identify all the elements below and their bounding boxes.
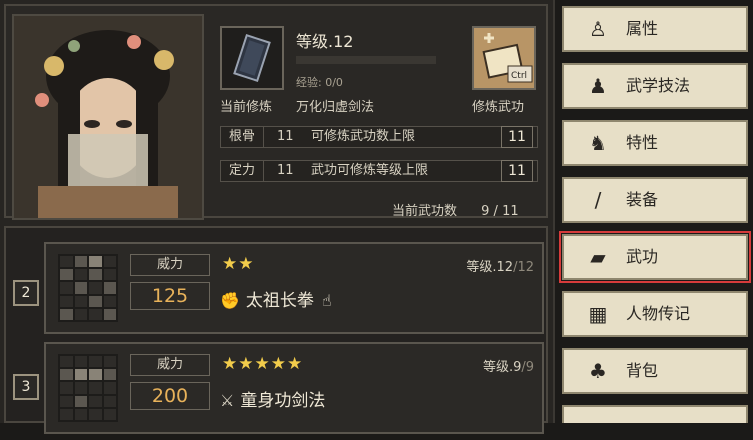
stat-num: 11 — [277, 163, 294, 178]
skill-level: 等级.9/9 — [483, 356, 534, 375]
side-menu: ♙ 属性 ♟ 武学技法 ♞ 特性 / 装备 ▰ 武功 ▦ 人物传记 ♣ 背包 — [556, 0, 753, 423]
stat-row-bone: 根骨 11 可修炼武功数上限 11 — [220, 126, 538, 148]
menu-label: 人物传记 — [626, 304, 691, 323]
stat-desc: 武功可修炼等级上限 — [311, 163, 429, 178]
skill-stars: ★★★★★ — [222, 354, 304, 374]
skill-slot-number: 2 — [13, 280, 39, 306]
menu-label: 武功 — [626, 247, 659, 266]
person-icon: ♙ — [589, 17, 607, 41]
current-practice-caption: 当前修炼 — [220, 100, 273, 115]
exp-label: 经验: 0/0 — [296, 76, 343, 89]
power-label: 威力 — [130, 254, 210, 276]
practice-skill-caption: 修炼武功 — [472, 100, 525, 115]
power-value: 125 — [130, 282, 210, 310]
menu-more[interactable] — [562, 405, 748, 423]
bag-icon: ♣ — [589, 359, 607, 383]
menu-martial-techniques[interactable]: ♟ 武学技法 — [562, 63, 748, 109]
book-icon: ▰ — [590, 245, 606, 269]
skill-name: 太祖长拳 — [245, 291, 314, 311]
skill-level-value: 等级.12 — [466, 260, 514, 275]
more-icon — [586, 416, 610, 440]
character-portrait — [12, 14, 204, 220]
skill-grid-icon — [58, 254, 118, 322]
practice-book-icon: Ctrl — [482, 33, 533, 83]
practice-skill-button[interactable]: Ctrl — [472, 26, 536, 90]
menu-label: 特性 — [626, 133, 659, 152]
menu-traits[interactable]: ♞ 特性 — [562, 120, 748, 166]
skill-list[interactable]: 2 威力 125 ★★ 等级.12/12 ✊ 太祖长拳 ☝ 3 威力 200 ★… — [4, 226, 548, 434]
current-skill-book-icon[interactable] — [220, 26, 284, 90]
skill-card[interactable]: 威力 200 ★★★★★ 等级.9/9 ⚔ 童身功剑法 — [44, 342, 544, 434]
stat-value: 11 — [501, 160, 533, 182]
level-label: 等级.12 — [296, 32, 354, 51]
martial-person-icon: ♟ — [589, 74, 607, 98]
skill-level-max: /12 — [513, 260, 534, 275]
ctrl-hint: Ctrl — [511, 71, 527, 81]
current-count-label: 当前武功数 — [392, 204, 458, 219]
menu-label: 装备 — [626, 190, 659, 209]
stat-key: 定力 — [221, 161, 264, 181]
info-panel: 当前修炼 万化归虚剑法 等级.12 经验: 0/0 Ctrl 修炼武功 根骨 1… — [4, 4, 548, 220]
power-value: 200 — [130, 382, 210, 410]
current-skill-count: 当前武功数 9 / 11 — [392, 200, 519, 219]
menu-attributes[interactable]: ♙ 属性 — [562, 6, 748, 52]
menu-label: 背包 — [626, 361, 659, 380]
pointer-hand-icon: ☝ — [321, 291, 332, 310]
stat-key: 根骨 — [221, 127, 264, 147]
skill-level: 等级.12/12 — [466, 256, 534, 275]
stat-desc: 可修炼武功数上限 — [311, 129, 416, 144]
scroll-icon: ▦ — [588, 302, 608, 326]
trait-icon: ♞ — [589, 131, 607, 155]
stat-value: 11 — [501, 126, 533, 148]
menu-biography[interactable]: ▦ 人物传记 — [562, 291, 748, 337]
stat-num: 11 — [277, 129, 294, 144]
skill-grid-icon — [58, 354, 118, 422]
sword-icon: ⚔ — [220, 391, 235, 410]
menu-martial-arts[interactable]: ▰ 武功 — [559, 231, 751, 283]
fist-icon: ✊ — [220, 291, 240, 310]
skill-name-row: ⚔ 童身功剑法 — [220, 386, 325, 411]
menu-label: 武学技法 — [626, 76, 691, 95]
skill-level-value: 等级.9 — [482, 360, 522, 375]
stat-row-focus: 定力 11 武功可修炼等级上限 11 — [220, 160, 538, 182]
skill-stars: ★★ — [222, 254, 255, 274]
skill-name: 童身功剑法 — [240, 391, 326, 411]
character-panel: 当前修炼 万化归虚剑法 等级.12 经验: 0/0 Ctrl 修炼武功 根骨 1… — [0, 0, 555, 434]
skill-card[interactable]: 威力 125 ★★ 等级.12/12 ✊ 太祖长拳 ☝ — [44, 242, 544, 334]
skill-name-row: ✊ 太祖长拳 ☝ — [220, 286, 332, 311]
skill-level-max: /9 — [521, 360, 534, 375]
menu-label: 属性 — [626, 19, 659, 38]
exp-bar — [296, 56, 436, 64]
menu-inventory[interactable]: ♣ 背包 — [562, 348, 748, 394]
current-count-value: 9 / 11 — [481, 204, 519, 219]
current-skill-name: 万化归虚剑法 — [296, 100, 375, 115]
menu-equipment[interactable]: / 装备 — [562, 177, 748, 223]
skill-slot-number: 3 — [13, 374, 39, 400]
power-label: 威力 — [130, 354, 210, 376]
sword-equip-icon: / — [594, 188, 602, 212]
